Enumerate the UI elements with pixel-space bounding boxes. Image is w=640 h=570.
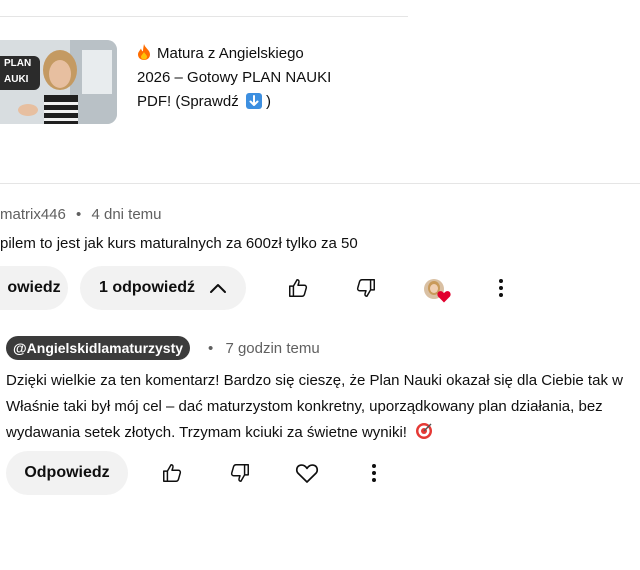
video-title-end: ) xyxy=(266,93,272,110)
reply-text: Dzięki wielkie za ten komentarz! Bardzo … xyxy=(6,368,623,446)
fire-icon xyxy=(138,44,150,60)
reply-button-label: owiedz xyxy=(7,279,61,296)
down-arrow-emoji-icon xyxy=(245,93,262,109)
thumbs-up-icon xyxy=(163,464,182,482)
comment-time[interactable]: 4 dni temu xyxy=(91,206,161,223)
replies-toggle-label: 1 odpowiedź xyxy=(99,279,195,296)
reply-button[interactable]: owiedz xyxy=(0,266,68,310)
replies-toggle-button[interactable]: 1 odpowiedź xyxy=(80,266,246,310)
reply-like-button[interactable] xyxy=(154,455,190,491)
meta-separator: • xyxy=(208,340,214,357)
heart-outline-icon xyxy=(295,464,319,483)
like-button[interactable] xyxy=(280,270,316,306)
reply-meta: • 7 godzin temu xyxy=(208,340,320,357)
reply-more-options-button[interactable] xyxy=(356,455,392,491)
thumbs-up-icon xyxy=(289,279,308,297)
creator-heart xyxy=(424,279,452,305)
reply-text-line: wydawania setek złotych. Trzymam kciuki … xyxy=(6,420,623,446)
more-options-button[interactable] xyxy=(483,270,519,306)
thumbnail-badge-line: PLAN xyxy=(4,58,32,69)
more-vert-icon xyxy=(499,279,503,297)
comment-text: pilem to jest jak kurs maturalnych za 60… xyxy=(0,235,358,252)
reply-to-reply-button[interactable]: Odpowiedz xyxy=(6,451,128,495)
heart-icon xyxy=(437,291,451,303)
comment-author[interactable]: matrix446 xyxy=(0,206,66,223)
meta-separator: • xyxy=(76,206,82,223)
video-thumbnail[interactable]: PLAN AUKI xyxy=(0,40,117,124)
thumbnail-badge-line: AUKI xyxy=(4,74,29,85)
reply-text-line: Właśnie taki był mój cel – dać maturzyst… xyxy=(6,398,603,415)
reply-text-line: Dzięki wielkie za ten komentarz! Bardzo … xyxy=(6,372,623,389)
reply-heart-button[interactable] xyxy=(289,455,325,491)
video-title-line: PDF! (Sprawdź ) xyxy=(137,90,331,114)
video-title-line: Matura z Angielskiego xyxy=(137,42,331,66)
reply-author: @Angielskidlamaturzysty xyxy=(13,340,184,356)
reply-dislike-button[interactable] xyxy=(222,455,258,491)
video-title-text: Matura z Angielskiego xyxy=(157,45,304,62)
reply-to-reply-label: Odpowiedz xyxy=(24,464,110,481)
top-divider xyxy=(0,16,408,17)
thumbnail-badge: PLAN AUKI xyxy=(0,56,40,90)
thumbs-down-icon xyxy=(230,464,249,482)
dislike-button[interactable] xyxy=(348,270,384,306)
comment-header: matrix446 • 4 dni temu xyxy=(0,206,162,223)
video-title[interactable]: Matura z Angielskiego 2026 – Gotowy PLAN… xyxy=(137,42,331,114)
target-emoji-icon xyxy=(416,423,433,439)
thumbs-down-icon xyxy=(356,279,375,297)
video-title-text: PDF! (Sprawdź xyxy=(137,93,239,110)
reply-author-badge[interactable]: @Angielskidlamaturzysty xyxy=(6,336,191,360)
reply-time[interactable]: 7 godzin temu xyxy=(225,340,319,357)
section-divider xyxy=(0,183,640,184)
more-vert-icon xyxy=(372,464,376,482)
chevron-up-icon xyxy=(210,284,226,293)
video-title-line: 2026 – Gotowy PLAN NAUKI xyxy=(137,69,332,86)
reply-text-line-content: wydawania setek złotych. Trzymam kciuki … xyxy=(6,424,407,441)
